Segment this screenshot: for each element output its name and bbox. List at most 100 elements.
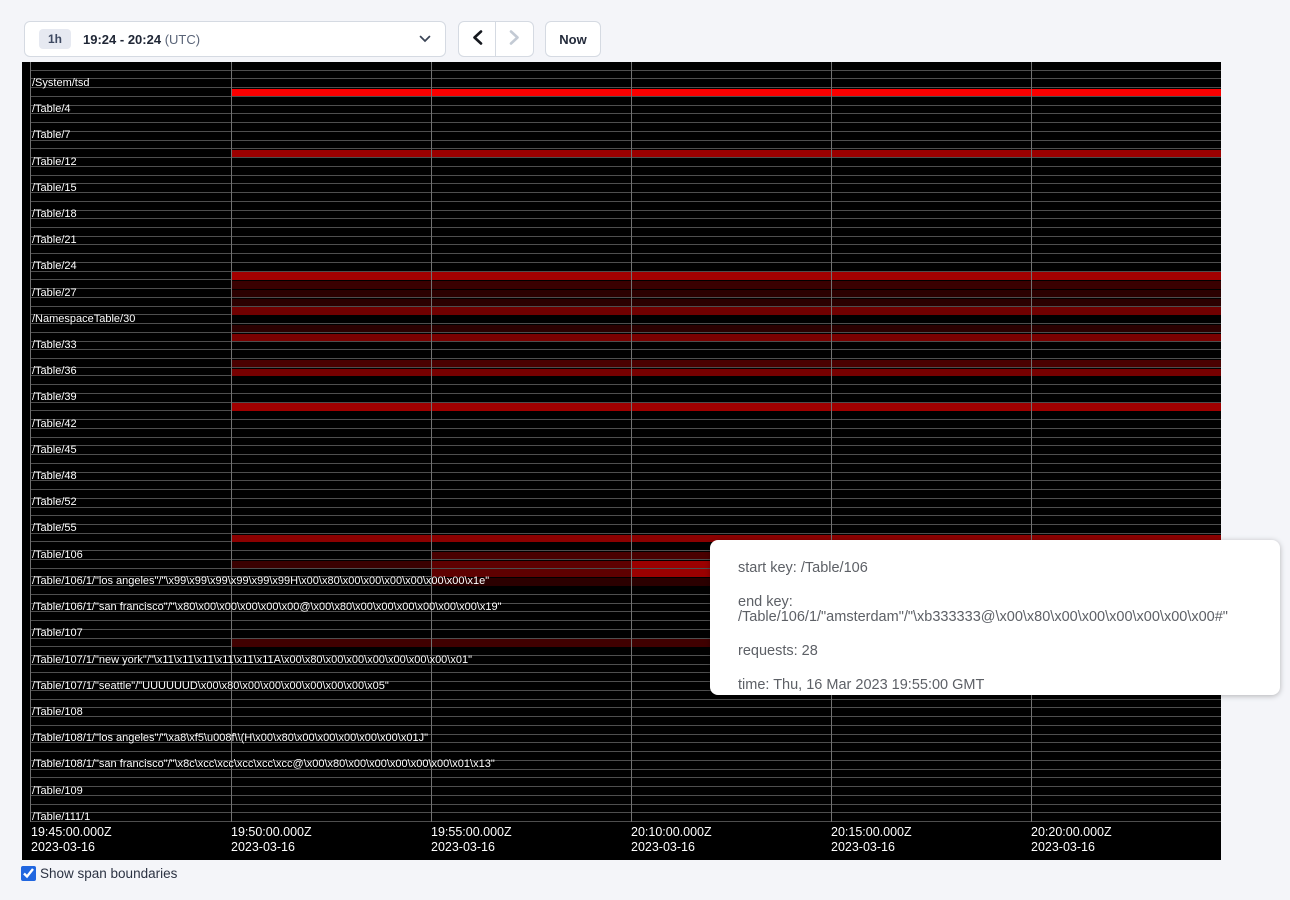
span-row — [30, 385, 1221, 394]
x-axis-label: 19:55:00.000Z2023-03-16 — [431, 825, 512, 855]
show-span-boundaries-text: Show span boundaries — [40, 866, 177, 881]
next-time-button[interactable] — [496, 21, 534, 57]
time-range-zone: (UTC) — [165, 32, 200, 47]
heatmap-band — [231, 334, 1221, 341]
span-row — [30, 211, 1221, 220]
span-key-label: /Table/42 — [32, 419, 77, 430]
span-key-label: /Table/109 — [32, 786, 83, 797]
tooltip-time: time: Thu, 16 Mar 2023 19:55:00 GMT — [738, 678, 1280, 693]
span-row — [30, 446, 1221, 455]
key-visualizer-page: 1h 19:24 - 20:24 (UTC) Now /System/tsd/T… — [0, 0, 1290, 900]
span-row — [30, 376, 1221, 385]
x-axis-label: 20:15:00.000Z2023-03-16 — [831, 825, 912, 855]
span-row — [30, 184, 1221, 193]
span-row — [30, 473, 1221, 482]
span-row — [30, 97, 1221, 106]
span-row — [30, 315, 1221, 324]
span-key-label: /Table/21 — [32, 235, 77, 246]
heatmap-band — [231, 272, 1221, 279]
span-row — [30, 141, 1221, 150]
span-key-label: /Table/4 — [32, 104, 71, 115]
span-key-label: /Table/106/1/"los angeles"/"\x99\x99\x99… — [32, 576, 489, 587]
span-row — [30, 717, 1221, 726]
span-row — [30, 508, 1221, 517]
time-gridline — [1031, 62, 1032, 822]
time-gridline — [30, 62, 31, 822]
span-row — [30, 245, 1221, 254]
span-row — [30, 202, 1221, 211]
time-gridline — [631, 62, 632, 822]
time-gridline — [831, 62, 832, 822]
span-row — [30, 176, 1221, 185]
show-span-boundaries-label[interactable]: Show span boundaries — [21, 866, 177, 881]
span-row — [30, 411, 1221, 420]
heatmap-band — [231, 150, 1221, 157]
key-visualizer-heatmap[interactable]: /System/tsd/Table/4/Table/7/Table/12/Tab… — [22, 62, 1221, 860]
prev-time-button[interactable] — [458, 21, 496, 57]
span-row — [30, 167, 1221, 176]
span-row — [30, 787, 1221, 796]
show-span-boundaries-checkbox[interactable] — [21, 866, 36, 881]
span-row — [30, 516, 1221, 525]
span-row — [30, 420, 1221, 429]
heatmap-band — [231, 403, 1221, 410]
span-row — [30, 237, 1221, 246]
span-row — [30, 132, 1221, 141]
span-key-label: /Table/15 — [32, 183, 77, 194]
span-key-label: /Table/36 — [32, 366, 77, 377]
time-range-duration-badge: 1h — [39, 29, 71, 49]
span-row — [30, 350, 1221, 359]
span-key-label: /Table/106/1/"san francisco"/"\x80\x00\x… — [32, 602, 502, 613]
span-row — [30, 464, 1221, 473]
heatmap-chart[interactable]: /System/tsd/Table/4/Table/7/Table/12/Tab… — [30, 62, 1221, 822]
span-row — [30, 700, 1221, 709]
tooltip-end-key: end key: /Table/106/1/"amsterdam"/"\xb33… — [738, 595, 1280, 625]
span-key-label: /Table/27 — [32, 288, 77, 299]
heatmap-band — [231, 281, 1221, 288]
span-row — [30, 71, 1221, 80]
time-gridline — [231, 62, 232, 822]
heatmap-band — [431, 561, 631, 568]
now-button[interactable]: Now — [545, 21, 601, 57]
span-key-label: /Table/48 — [32, 471, 77, 482]
span-key-label: /Table/52 — [32, 497, 77, 508]
span-row — [30, 796, 1221, 805]
span-key-label: /Table/18 — [32, 209, 77, 220]
span-key-label: /Table/107 — [32, 628, 83, 639]
span-row — [30, 438, 1221, 447]
span-row — [30, 778, 1221, 787]
span-row — [30, 813, 1221, 822]
span-key-label: /Table/111/1 — [32, 812, 90, 823]
span-row — [30, 499, 1221, 508]
heatmap-band — [231, 299, 1221, 306]
span-key-label: /Table/108/1/"san francisco"/"\x8c\xcc\x… — [32, 759, 495, 770]
span-row — [30, 429, 1221, 438]
span-key-label: /Table/55 — [32, 523, 77, 534]
span-key-label: /Table/33 — [32, 340, 77, 351]
span-row — [30, 158, 1221, 167]
span-key-label: /Table/45 — [32, 445, 77, 456]
span-row — [30, 455, 1221, 464]
x-axis-label: 20:20:00.000Z2023-03-16 — [1031, 825, 1112, 855]
span-row — [30, 481, 1221, 490]
time-range-selector[interactable]: 1h 19:24 - 20:24 (UTC) — [24, 21, 446, 57]
span-key-label: /Table/24 — [32, 261, 77, 272]
span-tooltip: start key: /Table/106 end key: /Table/10… — [710, 540, 1280, 695]
span-row — [30, 193, 1221, 202]
span-key-label: /System/tsd — [32, 78, 89, 89]
heatmap-band — [231, 89, 1221, 96]
time-nav-group — [458, 21, 534, 57]
tooltip-requests: requests: 28 — [738, 644, 1280, 659]
heatmap-band — [231, 290, 1221, 297]
x-axis-label: 19:50:00.000Z2023-03-16 — [231, 825, 312, 855]
tooltip-start-key: start key: /Table/106 — [738, 561, 1280, 576]
span-row — [30, 228, 1221, 237]
time-gridline — [431, 62, 432, 822]
span-key-label: /NamespaceTable/30 — [32, 314, 135, 325]
heatmap-band — [231, 307, 1221, 314]
heatmap-band — [231, 561, 431, 568]
span-row — [30, 254, 1221, 263]
span-key-label: /Table/39 — [32, 392, 77, 403]
span-row — [30, 770, 1221, 779]
span-key-label: /Table/108/1/"los angeles"/"\xa8\xf5\u00… — [32, 733, 428, 744]
